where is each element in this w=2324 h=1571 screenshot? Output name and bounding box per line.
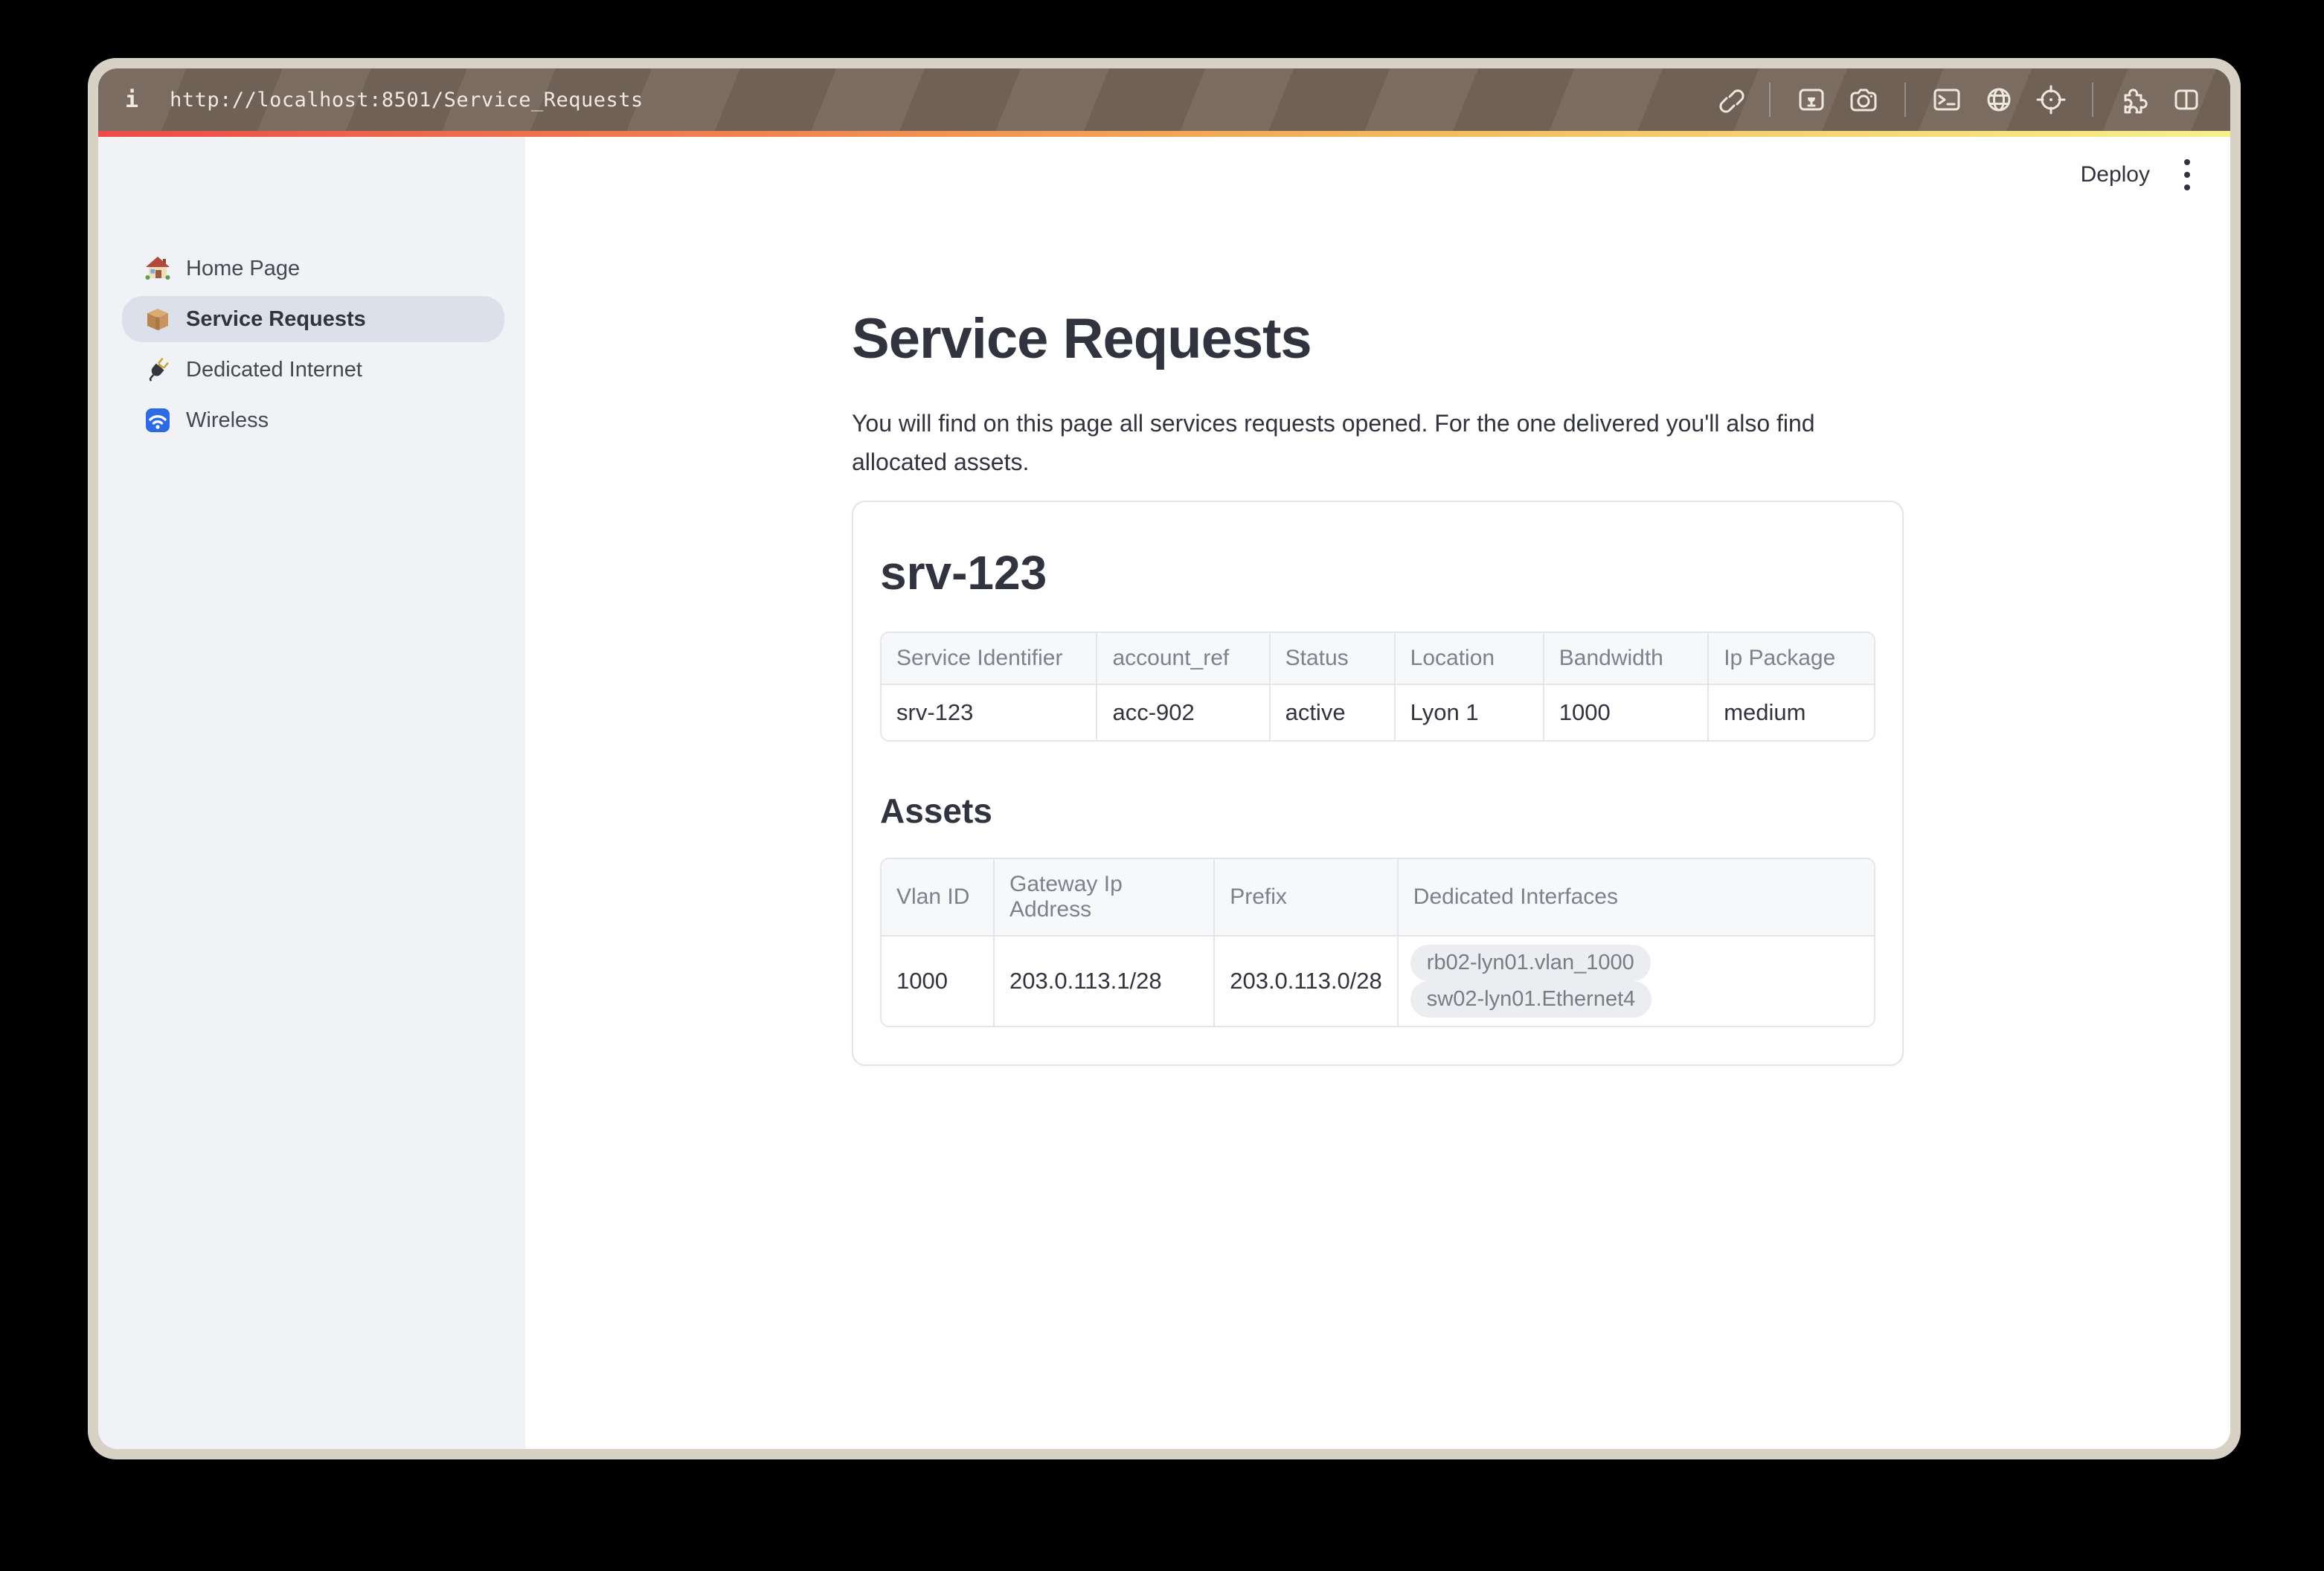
service-request-card: srv-123 Service Identifier: [852, 501, 1904, 1066]
sidebar-item-label: Home Page: [186, 257, 300, 281]
column-header: Status: [1270, 633, 1395, 684]
interface-badge: sw02-lyn01.Ethernet4: [1410, 981, 1652, 1018]
table-cell: medium: [1708, 684, 1874, 740]
table-cell: 203.0.113.1/28: [994, 936, 1214, 1026]
camera-icon[interactable]: [1846, 83, 1881, 117]
column-header: Prefix: [1214, 859, 1398, 936]
split-view-icon[interactable]: [2169, 83, 2203, 117]
browser-window: i http://localhost:8501/Service_Requests: [88, 58, 2241, 1459]
column-header: Gateway Ip Address: [994, 859, 1214, 936]
column-header: Ip Package: [1708, 633, 1874, 684]
column-header: Dedicated Interfaces: [1398, 859, 1874, 936]
sidebar: Home Page Service Requests: [98, 137, 525, 1449]
table-cell: Lyon 1: [1395, 684, 1544, 740]
table-row: 1000 203.0.113.1/28 203.0.113.0/28 rb02-…: [882, 936, 1874, 1026]
sidebar-item-home-page[interactable]: Home Page: [122, 245, 504, 292]
assets-title: Assets: [880, 791, 1875, 831]
wifi-icon: [143, 405, 173, 435]
table-cell: srv-123: [882, 684, 1097, 740]
address-bar[interactable]: http://localhost:8501/Service_Requests: [170, 89, 643, 112]
link-icon[interactable]: [1711, 83, 1745, 117]
toolbar-separator: [2092, 83, 2093, 117]
deploy-button[interactable]: Deploy: [2081, 162, 2150, 187]
sidebar-item-service-requests[interactable]: Service Requests: [122, 296, 504, 342]
column-header: account_ref: [1097, 633, 1269, 684]
info-icon[interactable]: i: [125, 87, 138, 113]
browser-toolbar: [1711, 83, 2203, 117]
main-content: Deploy Service Requests You will find on…: [525, 137, 2230, 1449]
column-header: Location: [1395, 633, 1544, 684]
sidebar-item-wireless[interactable]: Wireless: [122, 397, 504, 443]
table-cell: 1000: [1544, 684, 1708, 740]
service-id-title: srv-123: [880, 545, 1875, 600]
assets-table: Vlan ID Gateway Ip Address Prefix Dedica…: [880, 858, 1875, 1027]
sidebar-item-label: Dedicated Internet: [186, 358, 362, 382]
table-cell: 203.0.113.0/28: [1214, 936, 1398, 1026]
browser-window-inner: i http://localhost:8501/Service_Requests: [98, 68, 2230, 1449]
browser-titlebar: i http://localhost:8501/Service_Requests: [98, 68, 2230, 131]
app-accent-bar: [98, 131, 2230, 137]
image-icon[interactable]: [1794, 83, 1829, 117]
interface-badge: rb02-lyn01.vlan_1000: [1410, 945, 1651, 981]
toolbar-separator: [1904, 83, 1906, 117]
table-header-row: Service Identifier account_ref Status Lo…: [882, 633, 1874, 684]
sidebar-item-label: Wireless: [186, 408, 269, 433]
table-cell: rb02-lyn01.vlan_1000 sw02-lyn01.Ethernet…: [1398, 936, 1874, 1026]
table-cell: acc-902: [1097, 684, 1269, 740]
table-row: srv-123 acc-902 active Lyon 1 1000 mediu…: [882, 684, 1874, 740]
app-header-actions: Deploy: [2081, 156, 2193, 193]
table-header-row: Vlan ID Gateway Ip Address Prefix Dedica…: [882, 859, 1874, 936]
puzzle-icon[interactable]: [2117, 83, 2151, 117]
app-body: Home Page Service Requests: [98, 137, 2230, 1449]
table-cell: active: [1270, 684, 1395, 740]
globe-icon[interactable]: [1982, 83, 2016, 117]
table-cell: 1000: [882, 936, 994, 1026]
page-column: Service Requests You will find on this p…: [852, 137, 1904, 1066]
plug-icon: [143, 355, 173, 385]
column-header: Service Identifier: [882, 633, 1097, 684]
page-title: Service Requests: [852, 306, 1904, 371]
column-header: Vlan ID: [882, 859, 994, 936]
sidebar-item-dedicated-internet[interactable]: Dedicated Internet: [122, 347, 504, 393]
column-header: Bandwidth: [1544, 633, 1708, 684]
package-icon: [143, 304, 173, 334]
page-description: You will find on this page all services …: [852, 404, 1878, 481]
service-table: Service Identifier account_ref Status Lo…: [880, 632, 1875, 742]
terminal-icon[interactable]: [1930, 83, 1964, 117]
target-icon[interactable]: [2034, 83, 2068, 117]
sidebar-item-label: Service Requests: [186, 307, 366, 332]
kebab-menu-icon[interactable]: [2181, 156, 2193, 193]
house-icon: [143, 254, 173, 283]
toolbar-separator: [1769, 83, 1771, 117]
